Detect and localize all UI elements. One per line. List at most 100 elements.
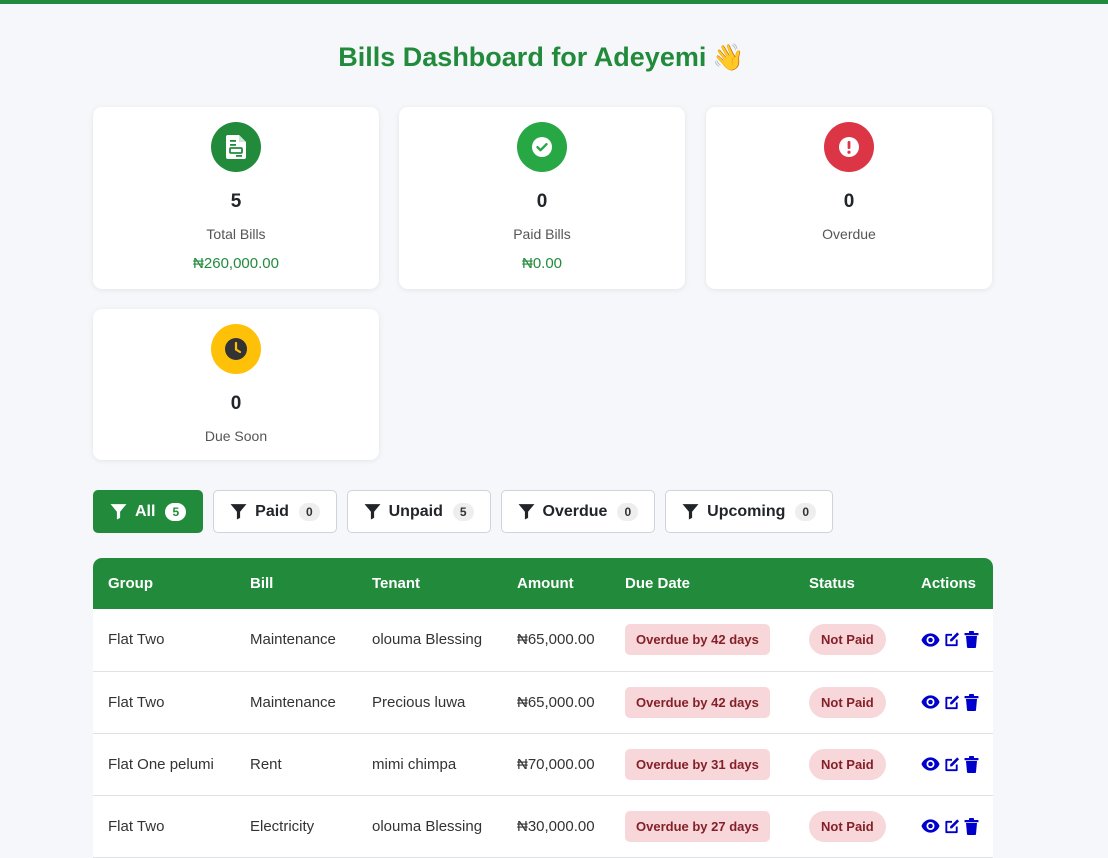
due-soon-card: 0 Due Soon (93, 309, 379, 460)
cell-amount: ₦65,000.00 (502, 609, 610, 672)
due-date-badge: Overdue by 31 days (625, 748, 770, 780)
page-title-text: Bills Dashboard for Adeyemi (338, 42, 707, 72)
cell-group: Flat One pelumi (93, 733, 235, 796)
column-header-status[interactable]: Status (794, 558, 906, 609)
delete-trash-icon[interactable] (964, 693, 979, 711)
cell-bill: Maintenance (235, 609, 357, 672)
cell-tenant: olouma Blessing (357, 609, 502, 672)
total-bills-card: 5 Total Bills ₦260,000.00 (93, 107, 379, 289)
cell-status: Not Paid (794, 795, 906, 858)
cell-group: Flat Two (93, 795, 235, 858)
overdue-card: 0 Overdue (706, 107, 992, 289)
filter-overdue-label: Overdue (542, 502, 608, 520)
edit-icon[interactable] (943, 694, 961, 711)
edit-icon[interactable] (943, 756, 961, 773)
filter-unpaid-count: 5 (452, 502, 474, 521)
cell-amount: ₦30,000.00 (502, 795, 610, 858)
table-row: Flat Two Maintenance olouma Blessing ₦65… (93, 609, 993, 672)
cell-bill: Electricity (235, 795, 357, 858)
cell-status: Not Paid (794, 733, 906, 796)
wave-emoji-icon: 👋 (712, 42, 745, 72)
column-header-due-date[interactable]: Due Date (610, 558, 794, 609)
cell-bill: Rent (235, 733, 357, 796)
paid-bills-amount: ₦0.00 (521, 255, 563, 272)
cell-due-date: Overdue by 42 days (610, 671, 794, 734)
edit-icon[interactable] (943, 631, 961, 648)
column-header-group[interactable]: Group (93, 558, 235, 609)
exclamation-circle-icon (824, 122, 874, 172)
view-eye-icon[interactable] (921, 756, 940, 772)
filter-all-label: All (135, 502, 156, 520)
bills-table: Group Bill Tenant Amount Due Date Status… (93, 558, 993, 858)
paid-bills-label: Paid Bills (513, 226, 571, 242)
paid-bills-count: 0 (536, 191, 548, 212)
cell-actions (906, 795, 993, 858)
total-bills-amount: ₦260,000.00 (193, 255, 279, 272)
top-accent-bar (0, 0, 1108, 4)
filter-icon (230, 504, 247, 520)
view-eye-icon[interactable] (921, 694, 940, 710)
filter-overdue-button[interactable]: Overdue 0 (500, 490, 656, 533)
edit-icon[interactable] (943, 818, 961, 835)
cell-actions (906, 733, 993, 796)
cell-due-date: Overdue by 42 days (610, 609, 794, 672)
total-bills-label: Total Bills (206, 226, 266, 242)
view-eye-icon[interactable] (921, 632, 940, 648)
cell-status: Not Paid (794, 671, 906, 734)
filter-paid-button[interactable]: Paid 0 (213, 490, 337, 533)
column-header-amount[interactable]: Amount (502, 558, 610, 609)
cell-status: Not Paid (794, 609, 906, 672)
filter-all-button[interactable]: All 5 (93, 490, 204, 533)
filter-upcoming-count: 0 (795, 502, 817, 521)
due-date-badge: Overdue by 42 days (625, 624, 770, 656)
filter-unpaid-label: Unpaid (388, 502, 443, 520)
paid-bills-card: 0 Paid Bills ₦0.00 (399, 107, 685, 289)
cell-tenant: Precious luwa (357, 671, 502, 734)
cell-tenant: mimi chimpa (357, 733, 502, 796)
file-invoice-icon (211, 122, 261, 172)
status-badge: Not Paid (809, 810, 886, 842)
filter-icon (682, 504, 699, 520)
overdue-label: Overdue (822, 226, 876, 242)
status-badge: Not Paid (809, 624, 886, 656)
page-title: Bills Dashboard for Adeyemi 👋 (0, 42, 1083, 73)
due-date-badge: Overdue by 27 days (625, 810, 770, 842)
due-soon-count: 0 (230, 393, 242, 414)
due-soon-label: Due Soon (204, 428, 268, 444)
cell-group: Flat Two (93, 671, 235, 734)
cell-actions (906, 671, 993, 734)
column-header-bill[interactable]: Bill (235, 558, 357, 609)
cell-due-date: Overdue by 31 days (610, 733, 794, 796)
cell-group: Flat Two (93, 609, 235, 672)
status-badge: Not Paid (809, 748, 886, 780)
filter-bar: All 5 Paid 0 Unpaid 5 Overdue 0 Upcoming… (93, 490, 834, 533)
cell-due-date: Overdue by 27 days (610, 795, 794, 858)
filter-icon (110, 504, 127, 520)
delete-trash-icon[interactable] (964, 817, 979, 835)
filter-upcoming-label: Upcoming (707, 502, 786, 520)
cell-amount: ₦65,000.00 (502, 671, 610, 734)
cell-bill: Maintenance (235, 671, 357, 734)
overdue-count: 0 (843, 191, 855, 212)
filter-unpaid-button[interactable]: Unpaid 5 (346, 490, 491, 533)
filter-paid-label: Paid (255, 502, 289, 520)
cell-tenant: olouma Blessing (357, 795, 502, 858)
filter-upcoming-button[interactable]: Upcoming 0 (665, 490, 834, 533)
table-row: Flat One pelumi Rent mimi chimpa ₦70,000… (93, 733, 993, 796)
column-header-actions: Actions (921, 575, 977, 592)
filter-icon (364, 504, 381, 520)
delete-trash-icon[interactable] (964, 755, 979, 773)
filter-icon (518, 504, 534, 520)
clock-icon (211, 324, 261, 374)
check-circle-icon (517, 122, 567, 172)
cell-actions (906, 609, 993, 672)
delete-trash-icon[interactable] (964, 631, 979, 649)
due-date-badge: Overdue by 42 days (625, 686, 770, 718)
filter-overdue-count: 0 (617, 502, 639, 521)
column-header-tenant[interactable]: Tenant (357, 558, 502, 609)
filter-paid-count: 0 (298, 502, 320, 521)
table-row: Flat Two Electricity olouma Blessing ₦30… (93, 795, 993, 858)
view-eye-icon[interactable] (921, 818, 940, 834)
total-bills-count: 5 (230, 191, 242, 212)
status-badge: Not Paid (809, 686, 886, 718)
